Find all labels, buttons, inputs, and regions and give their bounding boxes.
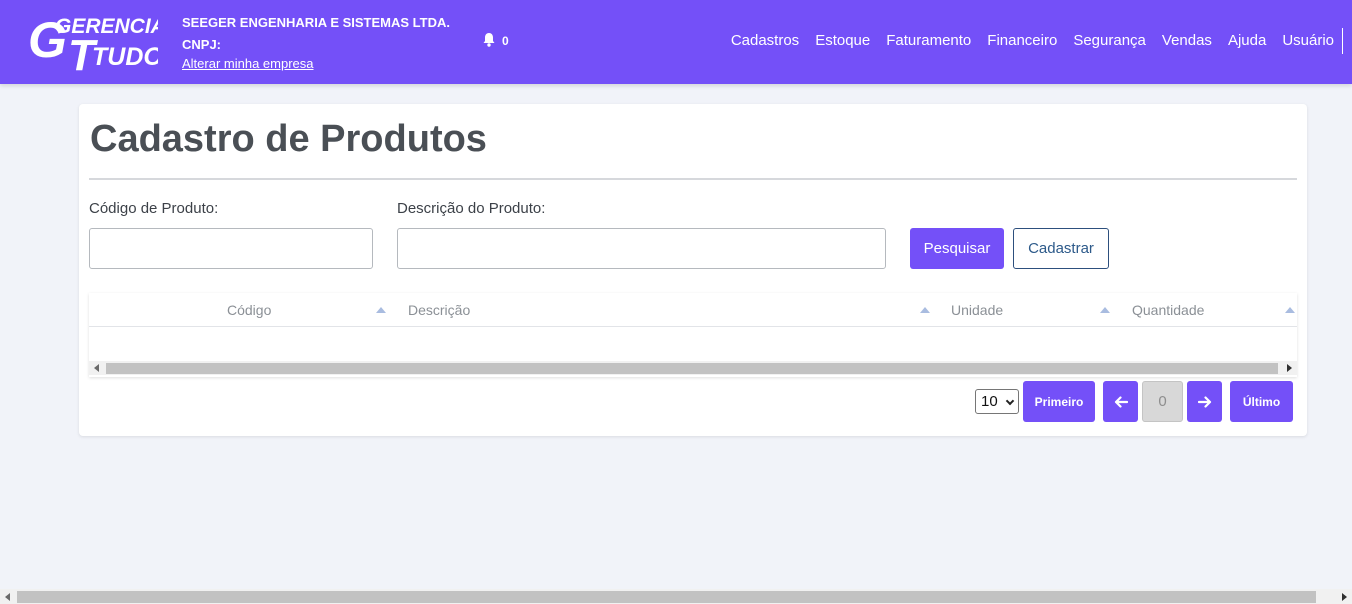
scroll-right-icon[interactable] — [1342, 593, 1347, 601]
menu-financeiro[interactable]: Financeiro — [987, 30, 1057, 54]
menu-divider — [1342, 28, 1343, 54]
notifications[interactable]: 0 — [482, 32, 509, 50]
bell-icon — [482, 32, 496, 50]
chevron-down-icon — [1005, 396, 1015, 406]
menu-seguranca[interactable]: Segurança — [1073, 30, 1146, 54]
page-size-select[interactable]: 10 — [975, 389, 1019, 414]
scroll-right-icon[interactable] — [1287, 364, 1292, 372]
sort-asc-icon[interactable] — [920, 307, 930, 313]
change-company-link[interactable]: Alterar minha empresa — [182, 56, 314, 72]
sort-asc-icon[interactable] — [1100, 307, 1110, 313]
brand-logo[interactable]: G GERENCIA T TUDO — [28, 12, 158, 74]
menu-cadastros[interactable]: Cadastros — [731, 30, 799, 54]
page-horizontal-scrollbar[interactable] — [0, 589, 1352, 604]
product-code-label: Código de Produto: — [89, 200, 219, 217]
svg-text:TUDO: TUDO — [92, 43, 158, 71]
products-table: Código Descrição Unidade Quantidade — [89, 293, 1297, 377]
menu-faturamento[interactable]: Faturamento — [886, 30, 971, 54]
company-info: SEEGER ENGENHARIA E SISTEMAS LTDA. CNPJ:… — [182, 15, 450, 73]
scrollbar-thumb[interactable] — [17, 591, 1316, 603]
current-page-number: 0 — [1142, 381, 1183, 422]
page-title: Cadastro de Produtos — [90, 118, 487, 160]
last-page-button[interactable]: Último — [1230, 381, 1293, 422]
sort-asc-icon[interactable] — [376, 307, 386, 313]
company-cnpj: CNPJ: — [182, 37, 222, 52]
company-name: SEEGER ENGENHARIA E SISTEMAS LTDA. — [182, 15, 450, 30]
product-description-input[interactable] — [397, 228, 886, 269]
menu-estoque[interactable]: Estoque — [815, 30, 870, 54]
column-header-description[interactable]: Descrição — [408, 293, 470, 327]
arrow-right-icon — [1197, 395, 1211, 408]
arrow-left-icon — [1114, 395, 1128, 408]
scrollbar-thumb[interactable] — [106, 363, 1278, 374]
product-registry-card: Cadastro de Produtos Código de Produto: … — [79, 104, 1307, 436]
previous-page-button[interactable] — [1103, 381, 1138, 422]
next-page-button[interactable] — [1187, 381, 1222, 422]
product-code-input[interactable] — [89, 228, 373, 269]
table-horizontal-scrollbar[interactable] — [89, 361, 1297, 375]
top-navbar: G GERENCIA T TUDO SEEGER ENGENHARIA E SI… — [0, 0, 1352, 84]
column-header-quantity[interactable]: Quantidade — [1132, 293, 1204, 327]
product-description-label: Descrição do Produto: — [397, 200, 546, 217]
search-button[interactable]: Pesquisar — [910, 228, 1004, 269]
page-size-value: 10 — [981, 393, 998, 410]
column-header-code[interactable]: Código — [227, 293, 271, 327]
menu-ajuda[interactable]: Ajuda — [1228, 30, 1266, 54]
table-header: Código Descrição Unidade Quantidade — [89, 293, 1297, 327]
notification-count: 0 — [502, 34, 509, 48]
menu-usuario[interactable]: Usuário — [1282, 30, 1334, 54]
main-menu: Cadastros Estoque Faturamento Financeiro… — [715, 28, 1343, 54]
column-header-unit[interactable]: Unidade — [951, 293, 1003, 327]
first-page-button[interactable]: Primeiro — [1023, 381, 1095, 422]
menu-vendas[interactable]: Vendas — [1162, 30, 1212, 54]
sort-asc-icon[interactable] — [1285, 307, 1295, 313]
title-divider — [89, 178, 1297, 180]
scroll-left-icon[interactable] — [5, 593, 10, 601]
scroll-left-icon[interactable] — [94, 364, 99, 372]
create-button[interactable]: Cadastrar — [1013, 228, 1109, 269]
